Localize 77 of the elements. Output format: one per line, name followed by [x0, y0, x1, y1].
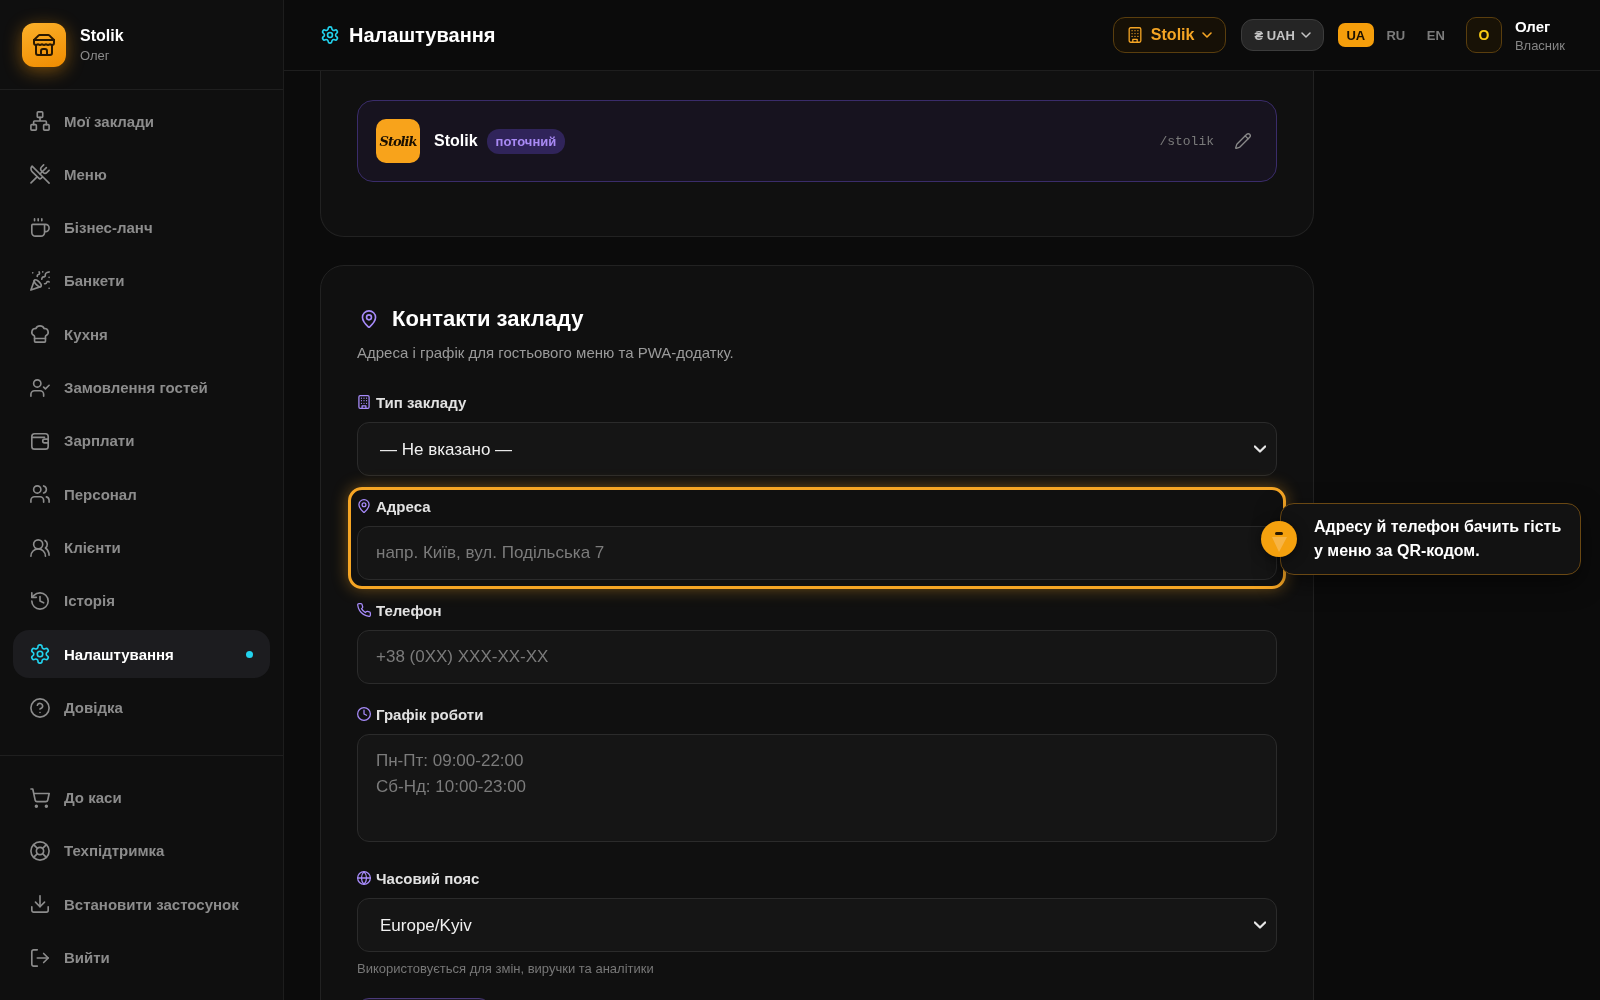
- active-dot-icon: [246, 650, 253, 658]
- venue-row[interactable]: Stolik Stolik поточний /stolik: [357, 100, 1277, 182]
- venue-switcher[interactable]: Stolik: [1112, 17, 1227, 53]
- user-role: Власник: [1514, 37, 1565, 53]
- download-icon: [30, 894, 50, 915]
- language-tab[interactable]: UA: [1337, 23, 1374, 47]
- sidebar-item[interactable]: Замовлення гостей: [13, 363, 270, 412]
- sidebar-item[interactable]: Довідка: [13, 683, 270, 732]
- users-icon: [30, 537, 50, 558]
- users-icon: [30, 484, 50, 505]
- lifebuoy-icon: [30, 840, 50, 861]
- chef-hat-icon: [30, 324, 50, 345]
- sidebar-item[interactable]: Налаштування: [13, 630, 270, 679]
- language-tab[interactable]: EN: [1417, 23, 1454, 47]
- globe-icon: [357, 871, 371, 885]
- sidebar-item[interactable]: Зарплати: [13, 416, 270, 465]
- sidebar-item[interactable]: Історія: [13, 576, 270, 625]
- wallet-icon: [30, 430, 50, 451]
- building-icon: [1126, 27, 1143, 43]
- venue-logo: Stolik: [376, 119, 420, 163]
- field-label: Тип закладу: [376, 393, 467, 411]
- sidebar-item[interactable]: До каси: [13, 773, 270, 822]
- cart-icon: [30, 787, 50, 808]
- current-badge: поточний: [486, 128, 566, 154]
- map-pin-icon: [360, 310, 378, 328]
- fork-knife-icon: [30, 164, 50, 185]
- help-icon: [30, 697, 50, 718]
- chevron-down-icon: [1254, 445, 1266, 453]
- venue-slug: /stolik: [1159, 133, 1214, 149]
- building-icon: [357, 395, 371, 409]
- page-title: Налаштування: [349, 23, 496, 47]
- history-icon: [30, 590, 50, 611]
- pencil-icon[interactable]: [1235, 133, 1251, 149]
- field-hint: Використовується для змін, виручки та аналітики: [357, 961, 655, 976]
- sidebar-item[interactable]: Вийти: [13, 933, 270, 982]
- sidebar-item[interactable]: Меню: [13, 150, 270, 199]
- sidebar-item[interactable]: Бізнес-ланч: [13, 203, 270, 252]
- settings-icon: [321, 26, 339, 44]
- input-field[interactable]: +38 (0XX) XXX-XX-XX: [357, 630, 1277, 684]
- language-tab[interactable]: RU: [1377, 23, 1414, 47]
- sidebar-item[interactable]: Встановити застосунок: [13, 880, 270, 929]
- brand-name: Stolik: [80, 26, 124, 45]
- user-avatar[interactable]: О: [1465, 17, 1502, 53]
- currency-switcher[interactable]: ₴ UAH: [1241, 19, 1324, 51]
- user-name: Олег: [80, 47, 111, 63]
- sidebar-item[interactable]: Персонал: [13, 470, 270, 519]
- sidebar-item[interactable]: Мої заклади: [13, 97, 270, 145]
- tooltip: Адресу й телефон бачить гість у меню за QR-кодом.: [1280, 503, 1581, 575]
- hierarchy-icon: [30, 111, 50, 131]
- sidebar-item[interactable]: Кухня: [13, 310, 270, 359]
- venue-name: Stolik: [434, 132, 478, 150]
- logout-icon: [30, 947, 50, 968]
- select-field[interactable]: Europe/Kyiv: [357, 898, 1277, 952]
- field-label: Телефон: [376, 601, 442, 619]
- phone-icon: [357, 603, 371, 617]
- chevron-down-icon: [1300, 32, 1311, 38]
- sidebar-item[interactable]: Банкети: [13, 257, 270, 305]
- section-subtitle: Адреса і графік для гостьового меню та PWA-додатку.: [357, 343, 735, 363]
- user-name: Олег: [1514, 17, 1552, 35]
- chevron-down-icon: [1202, 32, 1213, 38]
- field-label: Часовий пояс: [376, 869, 480, 887]
- section-title: Контакти закладу: [392, 306, 584, 332]
- select-field[interactable]: — Не вказано —: [357, 422, 1277, 476]
- sidebar-item[interactable]: Клієнти: [13, 523, 270, 572]
- map-pin-icon: [357, 499, 371, 513]
- party-popper-icon: [30, 271, 50, 291]
- field-label: Графік роботи: [376, 705, 484, 723]
- input-field[interactable]: напр. Київ, вул. Подільська 7: [357, 526, 1277, 580]
- sidebar-item[interactable]: Техпідтримка: [13, 826, 270, 875]
- chevron-down-icon: [1254, 921, 1266, 929]
- textarea-field[interactable]: Пн-Пт: 09:00-22:00 Сб-Нд: 10:00-23:00: [357, 734, 1277, 842]
- cup-icon: [30, 217, 50, 238]
- storefront-icon: [22, 22, 66, 67]
- user-check-icon: [30, 377, 50, 398]
- settings-icon: [30, 644, 50, 665]
- clock-icon: [357, 707, 371, 721]
- field-label: Адреса: [376, 497, 431, 515]
